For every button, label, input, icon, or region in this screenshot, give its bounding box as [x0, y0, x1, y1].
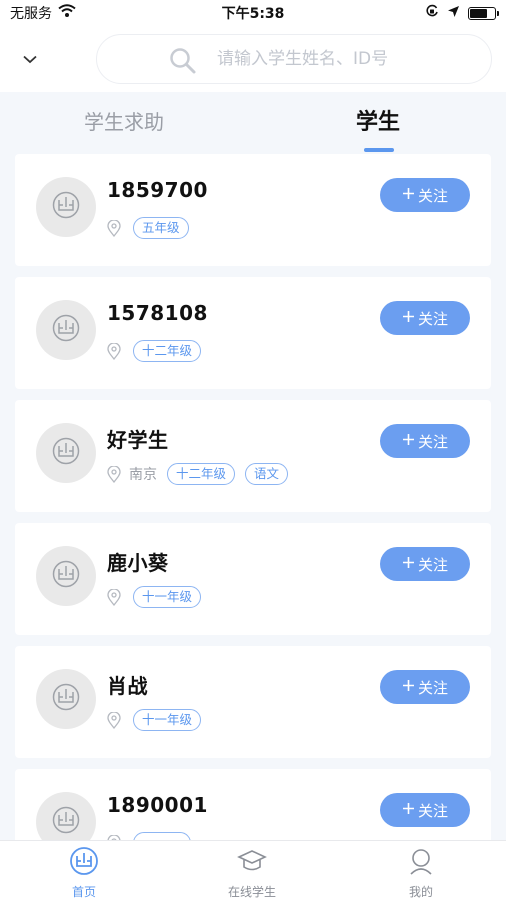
avatar-placeholder-icon [51, 436, 81, 470]
search-input[interactable] [217, 49, 491, 69]
nav-online-label: 在线学生 [227, 885, 276, 899]
tab-student-help[interactable]: 学生求助 [84, 106, 164, 135]
location-pin-icon [107, 465, 123, 483]
location-arrow-icon [447, 5, 460, 22]
avatar-placeholder-icon [51, 190, 81, 224]
student-name: 好学生 [107, 428, 169, 452]
nav-home[interactable]: 首页 [29, 847, 139, 900]
student-card[interactable]: 1890001 关注 [15, 769, 491, 840]
status-right [425, 4, 499, 22]
graduation-cap-icon [237, 847, 267, 879]
plus-icon [402, 678, 415, 696]
student-tag: 十一年级 [133, 709, 202, 731]
user-icon [406, 847, 436, 879]
tab-students[interactable]: 学生 [356, 104, 400, 136]
follow-button[interactable]: 关注 [380, 793, 470, 827]
orientation-lock-icon [425, 4, 439, 22]
student-list[interactable]: 1859700 五年级 关注 1578108 十二年级 关注 好学生 南京 十二年级 语文 关注 鹿小… [0, 154, 506, 840]
avatar-placeholder-icon [51, 805, 81, 839]
avatar[interactable] [36, 792, 96, 840]
avatar[interactable] [36, 669, 96, 729]
avatar[interactable] [36, 177, 96, 237]
avatar[interactable] [36, 423, 96, 483]
location-pin-icon [107, 588, 123, 606]
search-icon [169, 47, 197, 79]
student-name: 1890001 [107, 793, 208, 817]
status-bar: 无服务 下午5:38 [0, 0, 506, 26]
student-card[interactable]: 好学生南京 十二年级 语文 关注 [15, 400, 491, 512]
avatar[interactable] [36, 546, 96, 606]
student-tag: 十二年级 [133, 340, 202, 362]
student-meta: 十一年级 [107, 585, 202, 609]
plus-icon [402, 555, 415, 573]
bottom-nav: 首页 在线学生 我的 [0, 840, 506, 900]
student-card[interactable]: 鹿小葵十一年级 关注 [15, 523, 491, 635]
student-location: 南京 [129, 467, 157, 483]
student-meta: 南京 十二年级 语文 [107, 462, 289, 486]
follow-button-label: 关注 [417, 186, 448, 205]
follow-button-label: 关注 [417, 309, 448, 328]
follow-button-label: 关注 [417, 678, 448, 697]
nav-online-students[interactable]: 在线学生 [197, 847, 307, 900]
follow-button[interactable]: 关注 [380, 301, 470, 335]
follow-button[interactable]: 关注 [380, 178, 470, 212]
search-box[interactable] [96, 34, 492, 84]
avatar-placeholder-icon [51, 682, 81, 716]
home-icon [69, 847, 99, 879]
plus-icon [402, 801, 415, 819]
carrier-label: 无服务 [10, 6, 52, 22]
nav-mine-label: 我的 [408, 885, 433, 899]
student-meta: 五年级 [107, 216, 189, 240]
dropdown-button[interactable] [14, 42, 46, 74]
student-card[interactable]: 1578108 十二年级 关注 [15, 277, 491, 389]
status-left: 无服务 [10, 3, 76, 23]
nav-home-label: 首页 [71, 885, 96, 899]
wifi-icon [58, 4, 76, 22]
location-pin-icon [107, 219, 123, 237]
avatar[interactable] [36, 300, 96, 360]
student-tag [133, 832, 191, 840]
nav-mine[interactable]: 我的 [366, 847, 476, 900]
student-meta [107, 831, 191, 840]
avatar-placeholder-icon [51, 559, 81, 593]
student-meta: 十一年级 [107, 708, 202, 732]
student-card[interactable]: 肖战十一年级 关注 [15, 646, 491, 758]
follow-button[interactable]: 关注 [380, 424, 470, 458]
avatar-placeholder-icon [51, 313, 81, 347]
student-tag: 十一年级 [133, 586, 202, 608]
tab-bar: 学生求助 学生 [0, 92, 506, 154]
follow-button-label: 关注 [417, 432, 448, 451]
student-card[interactable]: 1859700 五年级 关注 [15, 154, 491, 266]
plus-icon [402, 309, 415, 327]
location-pin-icon [107, 711, 123, 729]
student-tag: 十二年级 [167, 463, 236, 485]
plus-icon [402, 432, 415, 450]
battery-fill [470, 8, 487, 18]
student-tag: 语文 [245, 463, 289, 485]
student-name: 1578108 [107, 301, 208, 325]
student-name: 1859700 [107, 178, 208, 202]
plus-icon [402, 186, 415, 204]
follow-button-label: 关注 [417, 555, 448, 574]
follow-button-label: 关注 [417, 801, 448, 820]
active-tab-indicator [364, 148, 394, 152]
follow-button[interactable]: 关注 [380, 547, 470, 581]
student-name: 鹿小葵 [107, 551, 169, 575]
battery-icon [468, 6, 499, 20]
student-name: 肖战 [107, 674, 148, 698]
chevron-down-icon [23, 49, 37, 68]
header [0, 26, 506, 92]
student-meta: 十二年级 [107, 339, 202, 363]
follow-button[interactable]: 关注 [380, 670, 470, 704]
location-pin-icon [107, 342, 123, 360]
student-tag: 五年级 [133, 217, 189, 239]
